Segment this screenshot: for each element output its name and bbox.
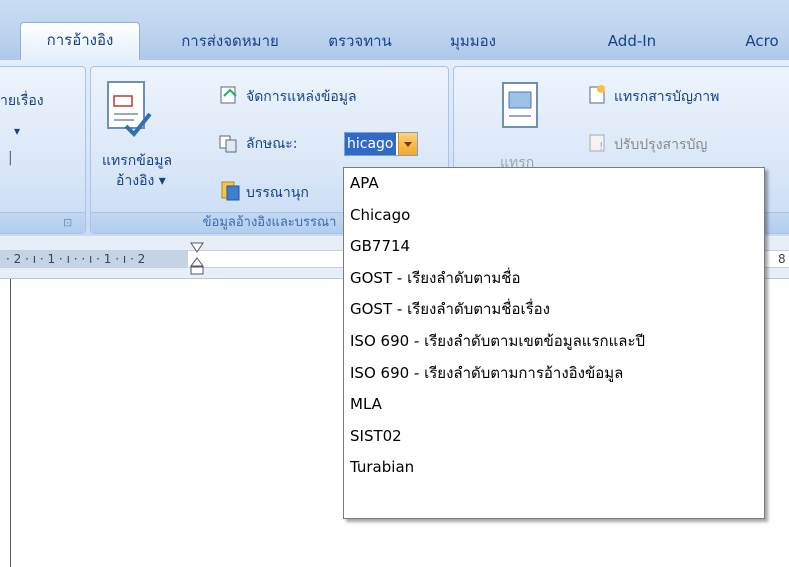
tab-mailings[interactable]: การส่งจดหมาย <box>166 26 294 56</box>
ruler-scale: · 2 · ı · 1 · ı · · ı · 1 · ı · 2 <box>6 252 146 266</box>
update-table-icon[interactable]: ! <box>586 132 608 154</box>
style-option-apa[interactable]: APA <box>344 168 764 200</box>
update-table-button[interactable]: ปรับปรุงสารบัญ <box>614 134 707 156</box>
style-combobox-value[interactable]: hicago <box>345 133 396 155</box>
style-option-iso690-first-element[interactable]: ISO 690 - เรียงลำดับตามเขตข้อมูลแรกและปี <box>344 326 764 358</box>
insert-citation-label-2[interactable]: อ้างอิง ▾ <box>116 170 166 192</box>
ruler-number: 8 <box>778 252 786 266</box>
tab-references[interactable]: การอ้างอิง <box>20 22 140 61</box>
style-option-gost-title[interactable]: GOST - เรียงลำดับตามชื่อเรื่อง <box>344 294 764 326</box>
manage-sources-icon[interactable] <box>218 84 240 106</box>
style-dropdown-list[interactable]: APA Chicago GB7714 GOST - เรียงลำดับตามช… <box>343 167 765 519</box>
ribbon-tab-strip: การอ้างอิง การส่งจดหมาย ตรวจทาน มุมมอง A… <box>0 0 789 61</box>
bibliography-button[interactable]: บรรณานุก <box>246 182 309 204</box>
insert-caption-icon[interactable] <box>500 80 544 134</box>
style-option-iso690-numerical[interactable]: ISO 690 - เรียงลำดับตามการอ้างอิงข้อมูล <box>344 358 764 390</box>
page-edge <box>10 279 11 567</box>
manage-sources-button[interactable]: จัดการแหล่งข้อมูล <box>246 86 357 108</box>
chevron-down-icon[interactable] <box>398 133 417 155</box>
style-option-mla[interactable]: MLA <box>344 389 764 421</box>
tab-review[interactable]: ตรวจทาน <box>308 26 412 56</box>
svg-text:!: ! <box>599 140 603 153</box>
tab-add-in[interactable]: Add-In <box>592 26 672 56</box>
indent-marker-icon[interactable] <box>190 242 204 276</box>
insert-table-of-figures-button[interactable]: แทรกสารบัญภาพ <box>614 86 719 108</box>
style-option-chicago[interactable]: Chicago <box>344 200 764 232</box>
dialog-launcher-icon[interactable]: ⊡ <box>63 213 72 233</box>
insert-citation-icon[interactable] <box>104 78 154 140</box>
tab-view[interactable]: มุมมอง <box>428 26 518 56</box>
style-option-gost-name[interactable]: GOST - เรียงลำดับตามชื่อ <box>344 263 764 295</box>
style-icon <box>218 132 240 154</box>
tab-acrobat[interactable]: Acro <box>732 26 789 56</box>
insert-table-of-figures-icon[interactable] <box>586 84 608 106</box>
style-option-turabian[interactable]: Turabian <box>344 452 764 484</box>
style-option-gb7714[interactable]: GB7714 <box>344 231 764 263</box>
separator-mark: | <box>8 150 13 166</box>
style-label: ลักษณะ: <box>246 136 298 152</box>
insert-citation-label[interactable]: แทรกข้อมูล <box>102 150 172 172</box>
partial-group-label[interactable]: ายเรื่อง <box>0 90 44 112</box>
style-combobox[interactable]: hicago <box>344 132 418 156</box>
style-option-sist02[interactable]: SIST02 <box>344 421 764 453</box>
chevron-down-icon[interactable]: ▾ <box>14 124 20 138</box>
bibliography-icon[interactable] <box>218 180 242 202</box>
